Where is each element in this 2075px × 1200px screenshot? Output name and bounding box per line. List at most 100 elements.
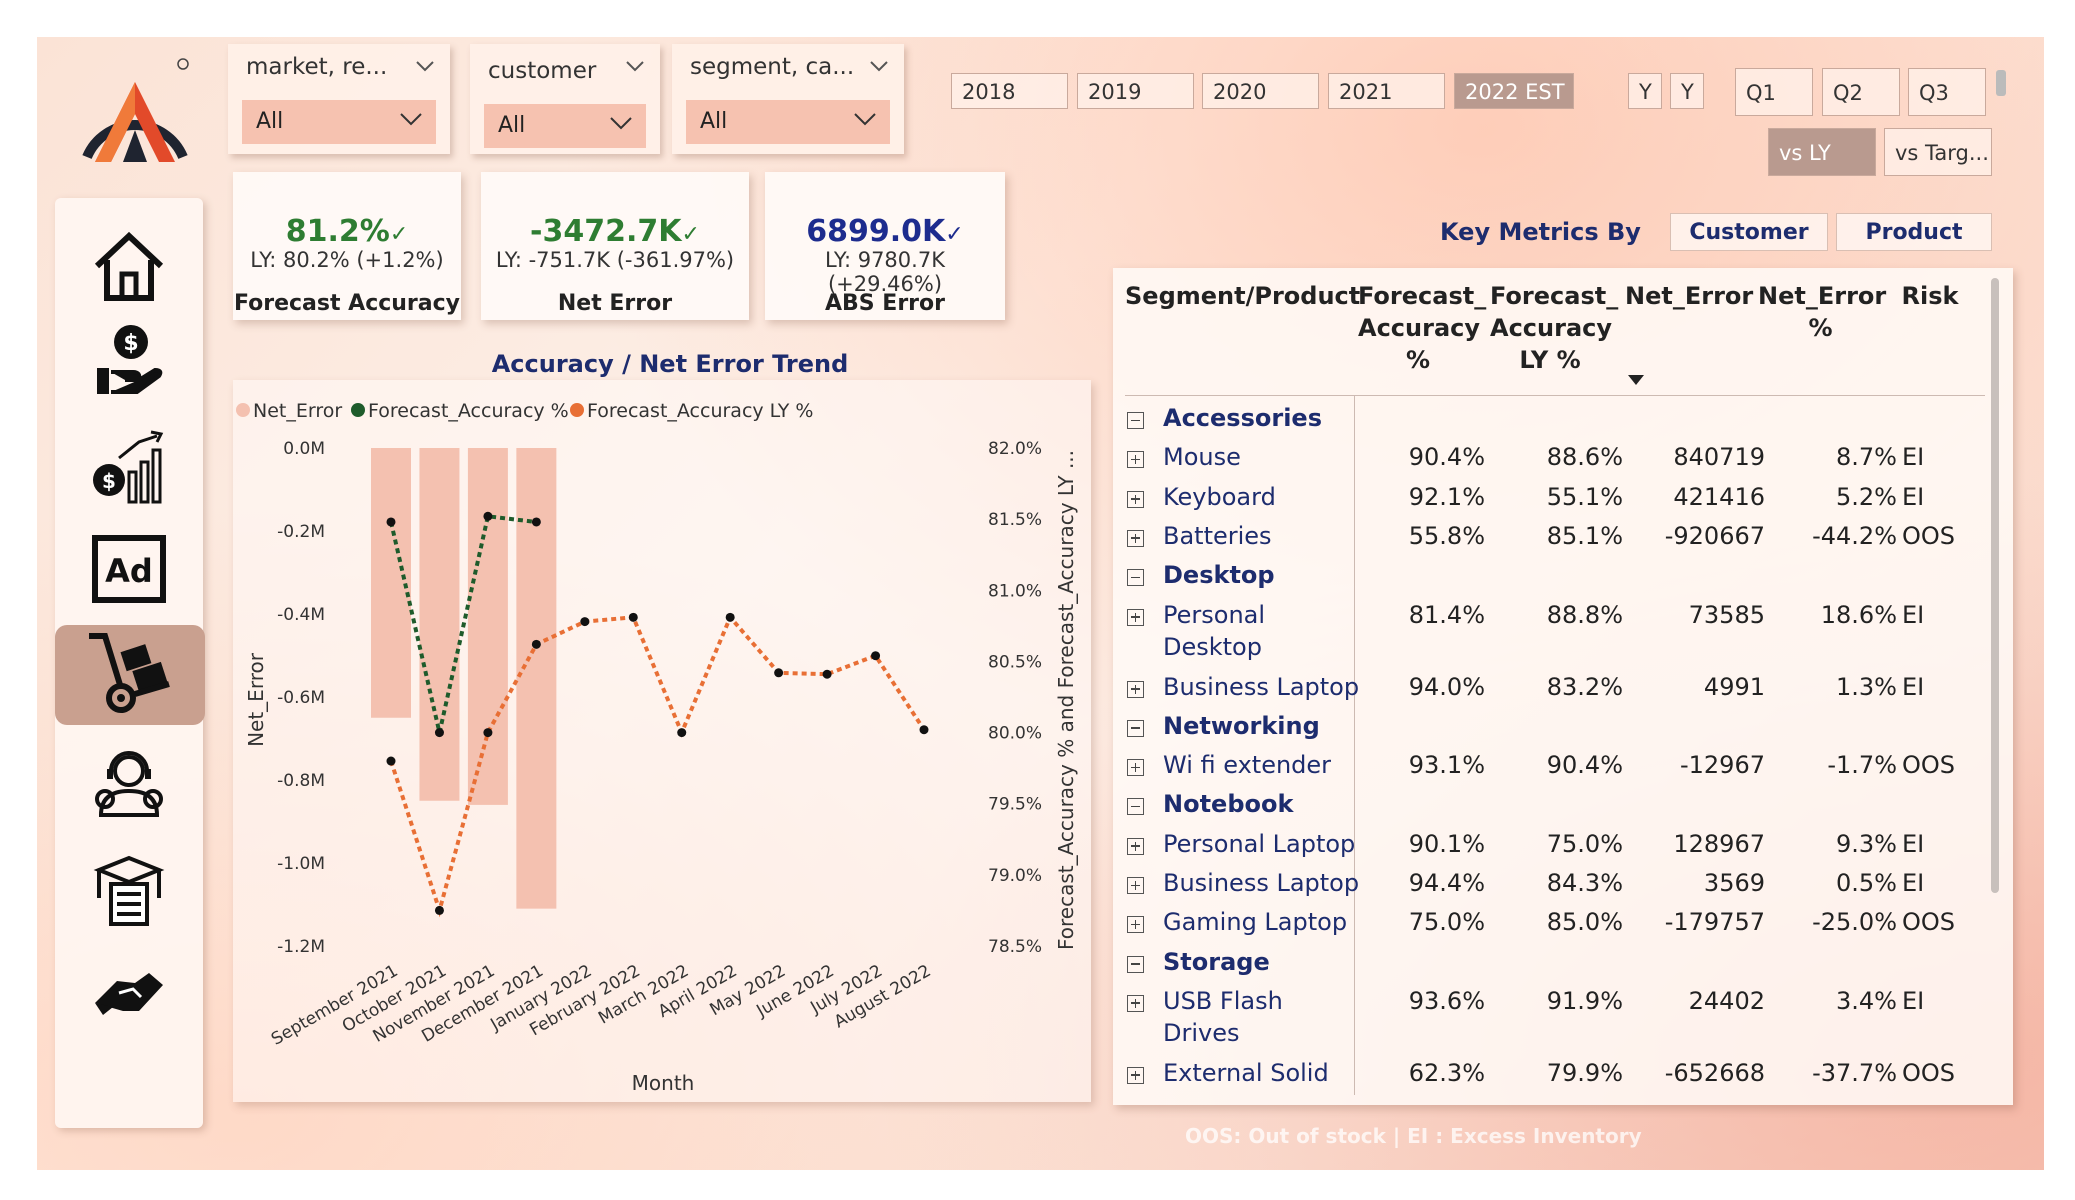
segment-value: All xyxy=(700,109,728,134)
row-label: Wi fi extender xyxy=(1163,751,1332,780)
table-row[interactable]: Mouse 90.4% 88.6% 840719 8.7% EI xyxy=(1125,441,1985,479)
sidebar-item-inventory-checklist[interactable] xyxy=(55,840,203,940)
category-row[interactable]: Storage xyxy=(1125,946,1985,984)
category-name: Notebook xyxy=(1163,788,1293,820)
y-toggle-button-1[interactable]: Y xyxy=(1628,73,1662,109)
table-scrollbar[interactable] xyxy=(1991,278,1999,893)
expand-icon[interactable] xyxy=(1127,608,1144,626)
risk-cell: OOS xyxy=(1902,908,1956,937)
expand-icon[interactable] xyxy=(1127,759,1144,777)
table-row[interactable]: Business Laptop 94.0% 83.2% 4991 1.3% EI xyxy=(1125,671,1985,709)
table-row[interactable]: Gaming Laptop 75.0% 85.0% -179757 -25.0% OOS xyxy=(1125,906,1985,944)
collapse-icon[interactable] xyxy=(1127,955,1144,973)
customer-dropdown[interactable]: All xyxy=(484,104,646,148)
year-button-2022-est[interactable]: 2022 EST xyxy=(1454,73,1574,109)
net-error-pct-cell: 18.6% xyxy=(1820,600,1897,629)
expand-icon[interactable] xyxy=(1127,1066,1144,1084)
customer-slicer[interactable]: customer All xyxy=(470,44,660,154)
legend-label: Forecast_Accuracy % xyxy=(368,400,569,422)
category-row[interactable]: Accessories xyxy=(1125,402,1985,440)
table-row[interactable]: Personal Desktop 81.4% 88.8% 73585 18.6% EI xyxy=(1125,599,1985,661)
market-slicer-title: market, re... xyxy=(246,54,388,80)
key-metrics-title: Key Metrics By xyxy=(1440,218,1641,246)
sidebar-item-partnership-handshake[interactable] xyxy=(55,945,203,1045)
year-button-2018[interactable]: 2018 xyxy=(951,73,1068,109)
toggle-customer[interactable]: Customer xyxy=(1670,213,1828,251)
collapse-icon[interactable] xyxy=(1127,569,1144,587)
column-header[interactable]: Forecast_ Accuracy % xyxy=(1358,280,1486,376)
column-header[interactable]: Net_Error % xyxy=(1758,280,1886,344)
column-header[interactable]: Net_Error xyxy=(1625,280,1753,312)
product-name: Personal Laptop xyxy=(1163,828,1355,860)
toggle-product[interactable]: Product xyxy=(1836,213,1992,251)
sidebar-item-home[interactable] xyxy=(55,218,203,318)
table-row[interactable]: Keyboard 92.1% 55.1% 421416 5.2% EI xyxy=(1125,481,1985,519)
year-button-2020[interactable]: 2020 xyxy=(1202,73,1319,109)
expand-icon[interactable] xyxy=(1127,529,1144,547)
expand-icon[interactable] xyxy=(1127,916,1144,934)
expand-icon[interactable] xyxy=(1127,451,1144,469)
expand-icon[interactable] xyxy=(1127,490,1144,508)
quarter-button-q3[interactable]: Q3 xyxy=(1908,68,1986,116)
row-label: Batteries xyxy=(1163,521,1272,550)
table-row[interactable]: Wi fi extender 93.1% 90.4% -12967 -1.7% OOS xyxy=(1125,749,1985,787)
row-label: External Solid xyxy=(1163,1058,1329,1087)
sort-descending-icon[interactable] xyxy=(1628,375,1644,385)
vs-target-button[interactable]: vs Targ... xyxy=(1884,128,1992,176)
category-row[interactable]: Networking xyxy=(1125,710,1985,748)
forecast-accuracy-ly-point xyxy=(628,612,638,622)
segment-dropdown[interactable]: All xyxy=(686,100,890,144)
net-error-bar xyxy=(371,448,411,718)
column-header[interactable]: Risk xyxy=(1895,280,1965,312)
table-row[interactable]: USB Flash Drives 93.6% 91.9% 24402 3.4% EI xyxy=(1125,985,1985,1047)
quarter-button-q1[interactable]: Q1 xyxy=(1735,68,1813,116)
forecast-accuracy-ly-cell: 88.8% xyxy=(1546,600,1623,629)
risk-cell: OOS xyxy=(1902,751,1956,780)
y-toggle-button-2[interactable]: Y xyxy=(1670,73,1704,109)
category-name: Accessories xyxy=(1163,402,1322,434)
category-row[interactable]: Notebook xyxy=(1125,788,1985,826)
risk-cell: EI xyxy=(1902,672,1925,701)
expand-icon[interactable] xyxy=(1127,877,1144,894)
quarter-button-q2[interactable]: Q2 xyxy=(1822,68,1900,116)
y2-tick-label: 80.0% xyxy=(988,724,1042,744)
column-header[interactable]: Forecast_ Accuracy LY % xyxy=(1490,280,1618,376)
year-button-2021[interactable]: 2021 xyxy=(1328,73,1445,109)
table-row[interactable]: External Solid 62.3% 79.9% -652668 -37.7% OOS xyxy=(1125,1057,1985,1095)
column-header[interactable]: Segment/Product xyxy=(1125,280,1360,312)
sidebar-item-supply-chain[interactable] xyxy=(55,625,205,725)
legend-marker xyxy=(351,403,365,417)
expand-icon[interactable] xyxy=(1127,680,1144,698)
sidebar-item-marketing-ad[interactable]: Ad xyxy=(55,522,203,622)
forecast-accuracy-ly-point xyxy=(531,639,541,649)
year-button-2019[interactable]: 2019 xyxy=(1077,73,1194,109)
table-row[interactable]: Batteries 55.8% 85.1% -920667 -44.2% OOS xyxy=(1125,520,1985,558)
collapse-icon[interactable] xyxy=(1127,719,1144,737)
sidebar-item-finance[interactable]: $ xyxy=(55,312,203,412)
market-slicer[interactable]: market, re... All xyxy=(228,44,450,154)
product-name: Personal Desktop xyxy=(1163,599,1265,663)
net-error-cell: 24402 xyxy=(1688,986,1765,1015)
y-tick-label: 0.0M xyxy=(283,439,325,459)
net-error-pct-cell: 3.4% xyxy=(1836,986,1897,1015)
sidebar-item-customer-support[interactable] xyxy=(55,735,203,835)
y-axis-title: Net_Error xyxy=(244,652,268,747)
partnership-handshake-icon xyxy=(89,953,169,1037)
risk-cell: EI xyxy=(1902,986,1925,1015)
segment-slicer[interactable]: segment, ca... All xyxy=(672,44,904,154)
category-row[interactable]: Desktop xyxy=(1125,559,1985,597)
sidebar-item-sales-growth[interactable]: $ xyxy=(55,420,203,520)
market-dropdown[interactable]: All xyxy=(242,100,436,144)
table-row[interactable]: Business Laptop 94.4% 84.3% 3569 0.5% EI xyxy=(1125,867,1985,905)
collapse-icon[interactable] xyxy=(1127,412,1144,429)
kpi-forecast-accuracy: 81.2%✓ LY: 80.2% (+1.2%) Forecast Accura… xyxy=(233,172,461,320)
svg-text:$: $ xyxy=(123,331,138,356)
kpi-ly: LY: -751.7K (-361.97%) xyxy=(495,248,735,272)
slicer-scrollbar[interactable] xyxy=(1996,70,2006,96)
expand-icon[interactable] xyxy=(1127,837,1144,855)
expand-icon[interactable] xyxy=(1127,994,1144,1012)
vs-ly-button[interactable]: vs LY xyxy=(1768,128,1876,176)
table-row[interactable]: Personal Laptop 90.1% 75.0% 128967 9.3% EI xyxy=(1125,828,1985,866)
collapse-icon[interactable] xyxy=(1127,798,1144,816)
forecast-accuracy-ly-point xyxy=(386,756,396,766)
